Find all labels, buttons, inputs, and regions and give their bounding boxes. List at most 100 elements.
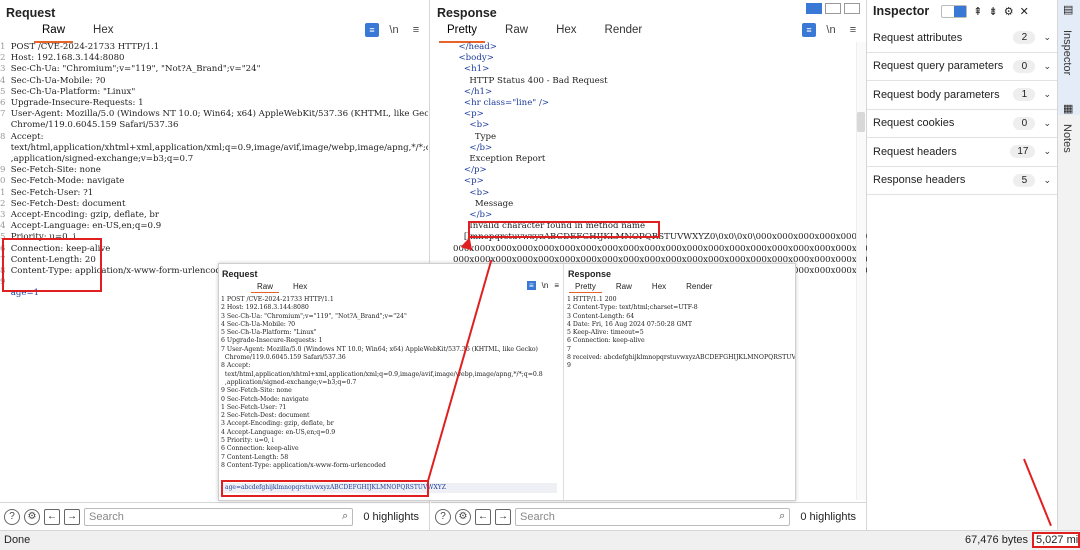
inspector-row[interactable]: Request query parameters 0 ⌄	[867, 53, 1057, 81]
search-placeholder: Search	[89, 510, 124, 523]
tab-hex[interactable]: Hex	[79, 23, 127, 41]
overlay-code-line: 6 Upgrade-Insecure-Requests: 1	[221, 337, 323, 345]
annotation-echo-box	[468, 221, 660, 238]
request-title: Request	[6, 6, 56, 20]
inspector-row[interactable]: Request body parameters 1 ⌄	[867, 81, 1057, 110]
newline-toggle-icon[interactable]: \n	[824, 23, 838, 37]
code-line: 7 User-Agent: Mozilla/5.0 (Windows NT 10…	[0, 109, 428, 120]
overlay-response-editor[interactable]: 1 HTTP/1.1 200 2 Content-Type: text/html;…	[567, 296, 795, 396]
menu-icon[interactable]: ≡	[409, 23, 423, 37]
rail-inspector-icon[interactable]: ▤	[1063, 3, 1073, 16]
wrap-icon[interactable]: ≡	[526, 281, 536, 290]
line-text: User-Agent: Mozilla/5.0 (Windows NT 10.0…	[8, 109, 428, 120]
line-number: 3	[0, 210, 6, 221]
overlay-request-title: Request	[222, 269, 258, 279]
overlay-request-editor[interactable]: 1 POST /CVE-2024-21733 HTTP/1.1 2 Host: 1…	[221, 296, 561, 496]
status-bar: Done 67,476 bytes 5,027 millis	[0, 530, 1080, 550]
wrap-icon[interactable]: ≡	[802, 23, 816, 37]
code-line: </p>	[453, 165, 487, 176]
chevron-down-icon[interactable]: ⌄	[1043, 32, 1051, 43]
overlay-code-line: 3 Accept-Encoding: gzip, deflate, br	[221, 420, 334, 428]
next-arrow-icon[interactable]: →	[495, 508, 511, 525]
response-tools: ≡ \n ≡	[802, 23, 860, 37]
scroll-thumb[interactable]	[857, 112, 865, 132]
tab-render[interactable]: Render	[591, 23, 657, 41]
request-search-input[interactable]: Search ⌕	[84, 507, 354, 526]
rail-tab-inspector[interactable]: Inspector	[1061, 30, 1073, 75]
menu-icon[interactable]: ≡	[846, 23, 860, 37]
tab-raw[interactable]: Raw	[28, 23, 79, 43]
help-icon[interactable]: ?	[435, 508, 451, 525]
newline-toggle-icon[interactable]: \n	[542, 281, 549, 290]
overlay-tab-raw[interactable]: Raw	[247, 282, 283, 293]
tab-raw[interactable]: Raw	[491, 23, 542, 41]
line-text: Accept:	[8, 131, 44, 142]
tab-hex[interactable]: Hex	[542, 23, 590, 41]
inspector-panel: Inspector ⇞ ⇟ ⚙ ✕ Request attributes 2 ⌄ Re…	[867, 0, 1057, 530]
newline-toggle-icon[interactable]: \n	[387, 23, 401, 37]
inspector-row[interactable]: Request attributes 2 ⌄	[867, 24, 1057, 53]
code-line: </h1>	[453, 86, 493, 97]
chevron-down-icon[interactable]: ⌄	[1043, 118, 1051, 129]
settings-gear-icon[interactable]: ⚙	[24, 508, 40, 525]
status-text: Done	[4, 534, 31, 546]
next-arrow-icon[interactable]: →	[64, 508, 80, 525]
settings-gear-icon[interactable]: ⚙	[1004, 5, 1014, 18]
overlay-tab-pretty[interactable]: Pretty	[565, 282, 606, 293]
layout-tabs-icon[interactable]	[844, 3, 860, 14]
close-icon[interactable]: ✕	[1020, 5, 1029, 18]
line-text: Chrome/119.0.6045.159 Safari/537.36	[8, 120, 179, 131]
overlay-response-pane: Response Pretty Raw Hex Render 1 HTTP/1.…	[565, 264, 797, 502]
overlay-code-line: 2 Host: 192.168.3.144:8080	[221, 304, 309, 312]
overlay-code-line: 3 Content-Length: 64	[567, 312, 635, 320]
overlay-code-line: 1 POST /CVE-2024-21733 HTTP/1.1	[221, 296, 334, 303]
settings-gear-icon[interactable]: ⚙	[455, 508, 471, 525]
line-number: 4	[0, 221, 6, 232]
align-top-icon[interactable]: ⇞	[973, 5, 982, 18]
view-list-icon[interactable]	[942, 6, 954, 17]
code-line: <hr class="line" />	[453, 98, 550, 109]
overlay-code-line: text/html,application/xhtml+xml,applicat…	[221, 370, 543, 378]
overlay-code-line: 9	[567, 362, 571, 370]
line-number: 6	[0, 98, 6, 109]
layout-horizontal-icon[interactable]	[825, 3, 841, 14]
rail-notes-icon[interactable]: ▦	[1063, 102, 1073, 115]
inspector-row[interactable]: Request cookies 0 ⌄	[867, 110, 1057, 138]
layout-split-icon[interactable]	[806, 3, 822, 14]
line-text: Sec-Fetch-Dest: document	[8, 198, 126, 209]
overlay-tab-hex[interactable]: Hex	[642, 282, 676, 291]
inspector-row[interactable]: Response headers 5 ⌄	[867, 167, 1057, 195]
response-search-input[interactable]: Search ⌕	[515, 507, 791, 526]
code-line: 6 Upgrade-Insecure-Requests: 1	[0, 98, 428, 109]
request-highlights-count: 0 highlights	[363, 510, 419, 523]
code-line: 4 Sec-Ch-Ua-Mobile: ?0	[0, 76, 428, 87]
align-bottom-icon[interactable]: ⇟	[988, 5, 997, 18]
response-scrollbar[interactable]	[856, 42, 866, 500]
chevron-down-icon[interactable]: ⌄	[1043, 61, 1051, 72]
overlay-code-line: 7	[567, 345, 571, 353]
view-toggle[interactable]	[941, 4, 968, 18]
line-number: 5	[0, 86, 6, 97]
help-icon[interactable]: ?	[4, 508, 20, 525]
overlay-tab-hex[interactable]: Hex	[283, 282, 317, 291]
overlay-tab-raw[interactable]: Raw	[606, 282, 642, 291]
prev-arrow-icon[interactable]: ←	[44, 508, 60, 525]
chevron-down-icon[interactable]: ⌄	[1043, 175, 1051, 186]
tab-pretty[interactable]: Pretty	[433, 23, 491, 43]
inspector-row[interactable]: Request headers 17 ⌄	[867, 138, 1057, 167]
inspector-row-label: Request cookies	[873, 117, 955, 130]
prev-arrow-icon[interactable]: ←	[475, 508, 491, 525]
chevron-down-icon[interactable]: ⌄	[1043, 146, 1051, 157]
overlay-tab-render[interactable]: Render	[676, 282, 722, 291]
chevron-down-icon[interactable]: ⌄	[1043, 89, 1051, 100]
line-number: 0	[0, 176, 6, 187]
inspector-sections: Request attributes 2 ⌄ Request query parame…	[867, 24, 1057, 195]
line-text: Sec-Fetch-User: ?1	[8, 187, 94, 198]
menu-icon[interactable]: ≡	[554, 281, 559, 290]
wrap-icon[interactable]: ≡	[365, 23, 379, 37]
line-number: 3	[0, 64, 6, 75]
code-line: <b>	[453, 187, 490, 198]
rail-tab-notes[interactable]: Notes	[1061, 124, 1073, 153]
view-split-icon[interactable]	[954, 5, 967, 17]
search-icon: ⌕	[779, 509, 786, 522]
